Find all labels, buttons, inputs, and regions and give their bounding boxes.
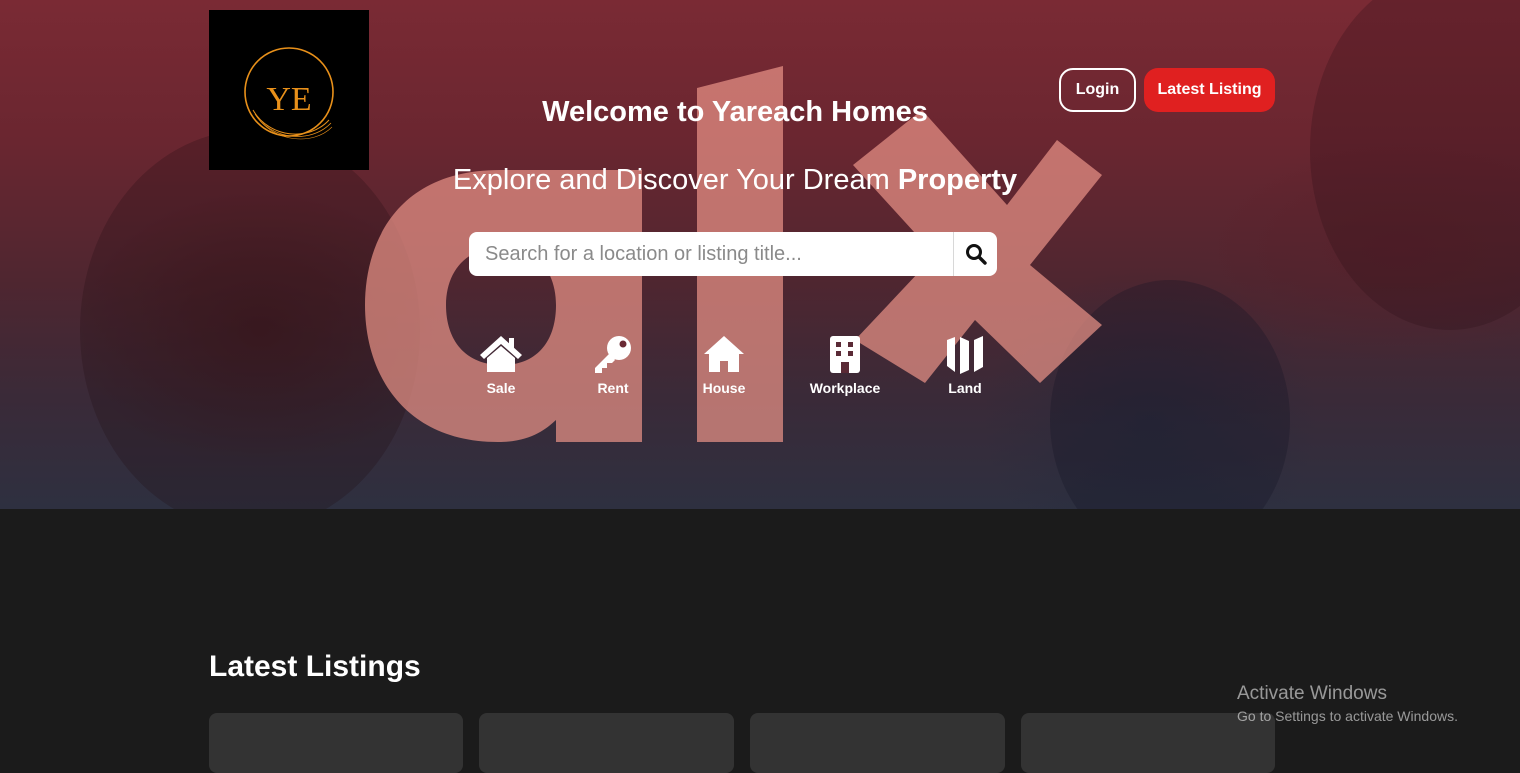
land-icon: [920, 334, 1010, 378]
category-label: Rent: [597, 380, 629, 396]
category-house[interactable]: House: [679, 334, 769, 396]
tagline-bold: Property: [897, 164, 1018, 196]
category-rent[interactable]: Rent: [568, 334, 658, 396]
building-icon: [800, 334, 890, 378]
search-button[interactable]: [953, 232, 998, 276]
tagline-text: Explore and Discover Your Dream: [452, 164, 898, 196]
category-workplace[interactable]: Workplace: [800, 334, 890, 396]
key-icon: [568, 334, 658, 378]
activate-windows-title: Activate Windows: [1237, 683, 1387, 704]
category-label: Sale: [486, 380, 516, 396]
latest-listings-heading: Latest Listings: [209, 650, 421, 683]
company-logo[interactable]: YE: [209, 10, 369, 170]
home-icon: [679, 334, 769, 378]
category-land[interactable]: Land: [920, 334, 1010, 396]
search-input[interactable]: [469, 232, 953, 276]
listing-card[interactable]: [479, 713, 734, 773]
logo-monogram: YE: [266, 81, 311, 118]
category-label: House: [702, 380, 746, 396]
latest-listing-button[interactable]: Latest Listing: [1144, 68, 1275, 112]
windows-activation-watermark: Activate Windows Go to Settings to activ…: [1237, 683, 1458, 724]
category-sale[interactable]: Sale: [456, 334, 546, 396]
logo-emblem: YE: [244, 47, 334, 140]
activate-windows-hint: Go to Settings to activate Windows.: [1237, 708, 1458, 724]
hero-section: YE Login Latest Listing Welcome to Yarea…: [0, 0, 1520, 509]
hero-tagline: Explore and Discover Your Dream Property: [380, 164, 1090, 197]
category-label: Land: [948, 380, 982, 396]
login-button[interactable]: Login: [1059, 68, 1136, 112]
welcome-heading: Welcome to Yareach Homes: [542, 96, 928, 128]
house-chimney-icon: [456, 334, 546, 378]
listing-card[interactable]: [750, 713, 1005, 773]
category-label: Workplace: [809, 380, 881, 396]
search-icon: [966, 244, 987, 265]
listing-card[interactable]: [209, 713, 463, 773]
search-bar: [469, 232, 997, 276]
